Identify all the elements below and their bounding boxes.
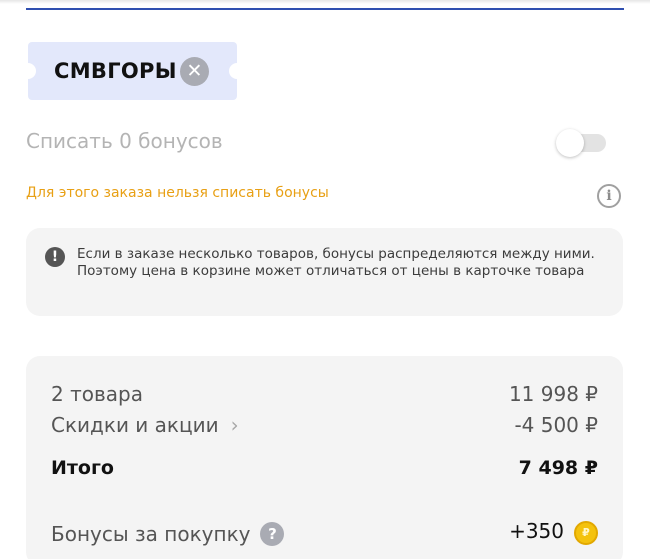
discounts-label: Скидки и акции (51, 413, 219, 437)
purchase-bonus-row: Бонусы за покупку? (51, 522, 285, 546)
discounts-row[interactable]: Скидки и акции › (51, 413, 239, 437)
purchase-bonus-value: +350 (509, 519, 564, 543)
promo-code-label: СМВГОРЫ (54, 59, 177, 83)
notice-text: Если в заказе несколько товаров, бонусы … (77, 246, 595, 279)
chevron-right-icon[interactable]: › (231, 413, 239, 437)
question-icon[interactable]: ? (260, 522, 285, 546)
total-label: Итого (51, 457, 114, 479)
total-value: 7 498 ₽ (518, 457, 598, 479)
bonus-writeoff-label: Списать 0 бонусов (26, 129, 223, 153)
bonus-coin-icon: ₽ (574, 521, 598, 545)
coupon-notch-left (20, 63, 36, 79)
bonus-writeoff-toggle[interactable] (556, 129, 606, 157)
items-count-label: 2 товара (51, 382, 143, 406)
exclamation-icon: ! (45, 247, 65, 267)
purchase-bonus-value-wrap: +350 ₽ (509, 519, 598, 545)
order-summary: 2 товара 11 998 ₽ Скидки и акции › -4 500… (26, 356, 623, 559)
active-input-underline (26, 8, 624, 10)
items-price-value: 11 998 ₽ (508, 382, 598, 406)
discounts-value: -4 500 ₽ (514, 413, 598, 437)
info-icon[interactable]: i (597, 184, 621, 208)
purchase-bonus-label: Бонусы за покупку (51, 522, 251, 546)
close-icon[interactable]: ✕ (180, 57, 209, 86)
bonus-warning-text: Для этого заказа нельзя списать бонусы (26, 185, 329, 201)
coupon-notch-right (229, 63, 245, 79)
promo-code-chip: СМВГОРЫ ✕ (20, 42, 245, 100)
top-shadow (0, 0, 650, 4)
bonus-notice-box: ! Если в заказе несколько товаров, бонус… (26, 228, 623, 316)
toggle-knob (556, 129, 584, 157)
